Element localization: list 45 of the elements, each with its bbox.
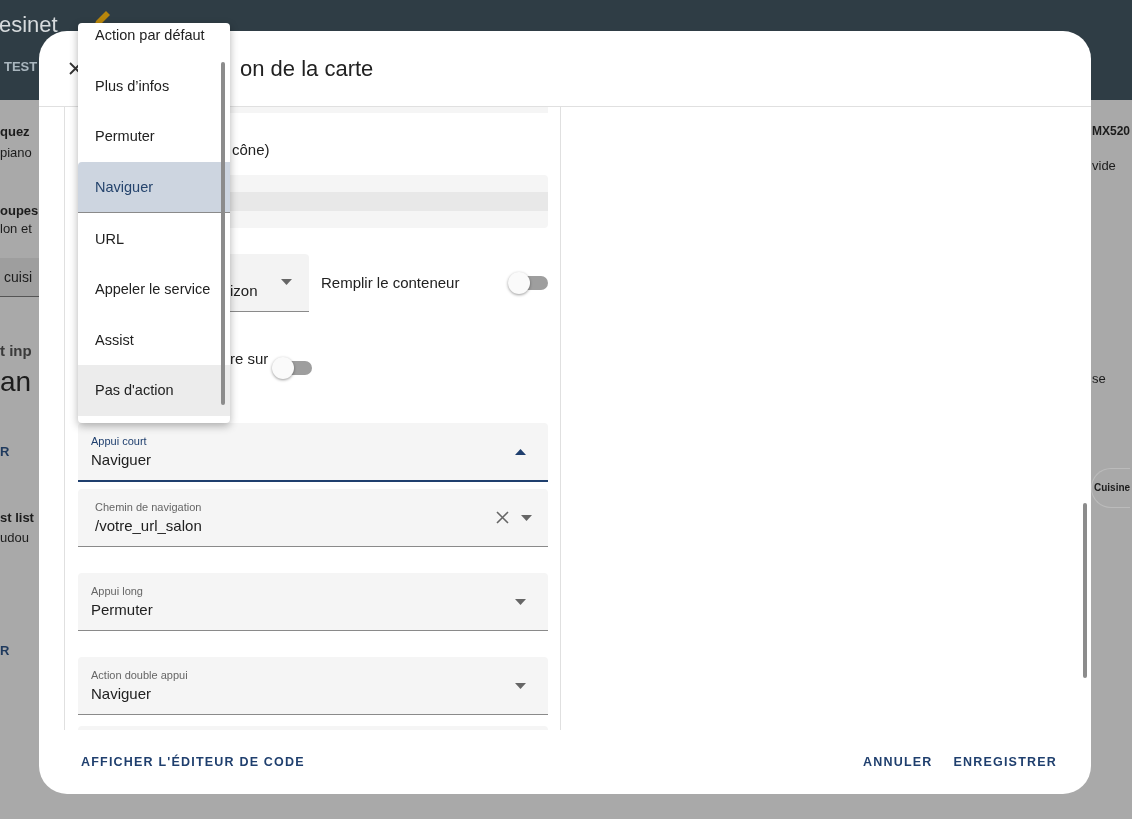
action-link[interactable]: R xyxy=(0,642,39,660)
dropdown-caret-icon xyxy=(281,278,292,285)
card-title: oupes xyxy=(0,202,39,220)
select-field[interactable]: Appui long Permuter xyxy=(78,573,548,631)
clear-icon[interactable] xyxy=(496,511,509,524)
view-tab[interactable]: TEST xyxy=(4,59,38,74)
app-title: esinet xyxy=(0,12,58,38)
card-title: MX520 xyxy=(1091,123,1131,140)
menu-item[interactable]: Action par défaut xyxy=(78,23,230,61)
cancel-button[interactable]: ANNULER xyxy=(863,749,933,775)
menu-item[interactable]: Permuter xyxy=(78,111,230,162)
menu-item[interactable]: URL xyxy=(78,213,230,264)
card-title: st list xyxy=(0,509,35,527)
toggle-label: re sur xyxy=(229,350,269,368)
menu-item[interactable]: Pas d'action xyxy=(78,365,230,416)
menu-item[interactable]: Naviguer xyxy=(78,161,230,214)
value-text: an xyxy=(0,365,33,399)
action-link[interactable]: R xyxy=(0,443,39,461)
card-subtitle: lon et xyxy=(0,220,33,238)
chip[interactable]: cuisi xyxy=(0,258,39,297)
card-title: t inp xyxy=(0,341,33,361)
card-subtitle: udou xyxy=(0,529,30,547)
card-title: quez xyxy=(0,123,31,141)
scrollbar[interactable] xyxy=(1083,503,1087,678)
dropdown-caret-icon xyxy=(521,514,532,521)
toggle-switch[interactable] xyxy=(508,272,548,294)
toggle-label: Remplir le conteneur xyxy=(321,273,461,291)
card-subtitle: piano xyxy=(0,144,33,162)
toggle-switch[interactable] xyxy=(272,357,313,379)
field-caption: cône) xyxy=(231,141,271,159)
show-code-editor-button[interactable]: AFFICHER L'ÉDITEUR DE CODE xyxy=(81,749,305,775)
combo-field[interactable]: Chemin de navigation /votre_url_salon xyxy=(78,489,548,547)
menu-item[interactable]: Assist xyxy=(78,314,230,366)
menu-item[interactable]: Appeler le service xyxy=(78,263,230,315)
card-subtitle: vide xyxy=(1091,157,1116,175)
select-field[interactable]: Action double appui Naviguer xyxy=(78,657,548,715)
scrollbar[interactable] xyxy=(221,62,225,405)
dialog-title: on de la carte xyxy=(240,55,374,82)
dropdown-caret-icon xyxy=(515,682,526,689)
menu-item[interactable]: Plus d’infos xyxy=(78,60,230,112)
select-field[interactable]: Appui court Naviguer xyxy=(78,423,548,482)
card-subtitle: se xyxy=(1091,370,1106,388)
dropdown-caret-icon xyxy=(515,448,526,455)
dropdown-caret-icon xyxy=(515,598,526,605)
save-button[interactable]: ENREGISTRER xyxy=(953,749,1057,775)
